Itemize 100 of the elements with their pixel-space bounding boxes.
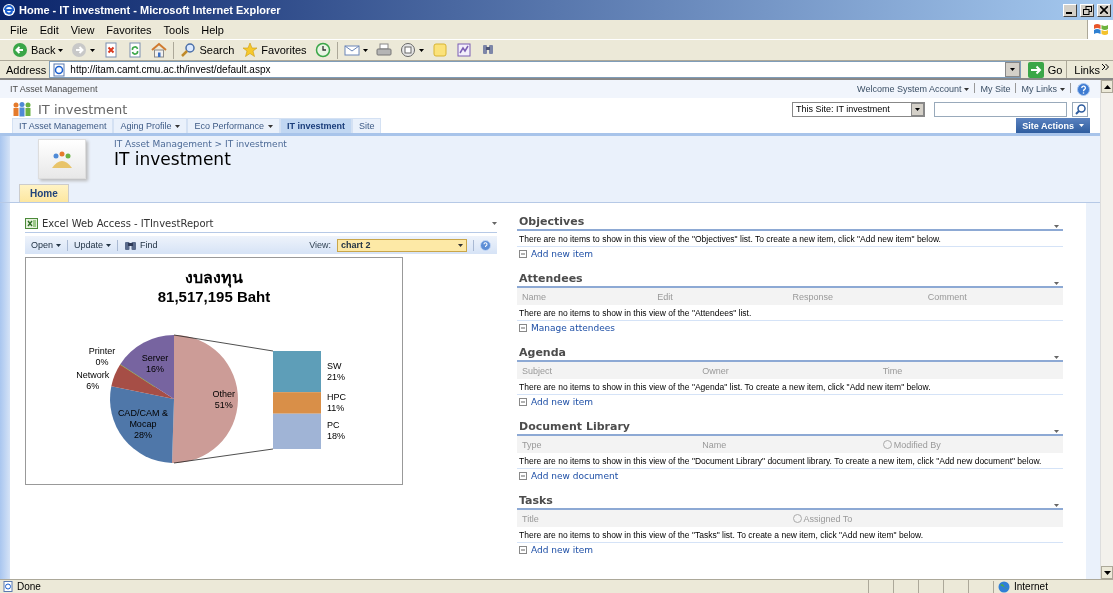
- go-button[interactable]: Go: [1023, 61, 1068, 78]
- list-title: Objectives: [519, 215, 585, 228]
- search-field[interactable]: [934, 101, 1067, 117]
- find-button[interactable]: Find: [124, 239, 158, 251]
- links-button[interactable]: Links: [1070, 63, 1113, 76]
- list-title: Tasks: [519, 494, 553, 507]
- refresh-icon: [127, 42, 144, 58]
- clock-icon: [314, 42, 331, 58]
- menu-item[interactable]: Help: [197, 23, 228, 36]
- add-link[interactable]: Add new document: [531, 471, 619, 481]
- nav-tab[interactable]: Aging Profile: [113, 118, 188, 133]
- people-icon: [12, 101, 32, 117]
- chart-subtitle: 81,517,195 Baht: [157, 288, 271, 306]
- add-link[interactable]: Add new item: [531, 249, 594, 259]
- minimize-button[interactable]: [1063, 3, 1077, 17]
- address-field[interactable]: http://itam.camt.cmu.ac.th/invest/default.aspx: [49, 61, 1021, 78]
- globe-icon: [998, 580, 1010, 593]
- address-label: Address: [6, 63, 47, 76]
- add-link[interactable]: Add new item: [531, 545, 594, 555]
- menu-item[interactable]: Favorites: [102, 23, 156, 36]
- menu-button[interactable]: Update: [74, 240, 112, 250]
- star-icon: [242, 42, 259, 58]
- view-dropdown[interactable]: chart 2: [337, 238, 467, 252]
- chevron-icon: [1102, 63, 1109, 70]
- help-icon[interactable]: [480, 239, 491, 251]
- menu-item[interactable]: Tools: [159, 23, 194, 36]
- scroll-down-button[interactable]: [1101, 566, 1113, 579]
- slice-label: Other: [212, 388, 235, 400]
- menu-item[interactable]: View: [66, 23, 99, 36]
- slice-percent: 51%: [214, 399, 233, 411]
- chart-title: งบลงทุน: [185, 268, 243, 288]
- user-link[interactable]: My Site: [975, 84, 1016, 94]
- caret-icon[interactable]: [1054, 430, 1059, 433]
- caret-icon: [1009, 68, 1015, 71]
- caret-icon: [56, 243, 62, 247]
- caret-icon[interactable]: [1054, 504, 1059, 507]
- separator-icon: [1070, 83, 1071, 93]
- home-icon: [151, 42, 168, 58]
- list-title: Attendees: [519, 272, 583, 285]
- site-actions-button[interactable]: Site Actions: [1016, 118, 1090, 133]
- chart-page-icon: [455, 42, 472, 58]
- back-button[interactable]: Back: [10, 40, 66, 60]
- nav-tab[interactable]: IT Asset Management: [12, 118, 114, 133]
- scope-dropdown[interactable]: This Site: IT investment: [792, 101, 925, 117]
- add-icon: [519, 324, 527, 332]
- add-icon: [519, 250, 527, 258]
- bar-percent: 21%: [327, 371, 345, 383]
- menu-button[interactable]: Open: [31, 240, 62, 250]
- breadcrumb[interactable]: IT Asset Management > IT investment: [114, 139, 287, 149]
- add-link[interactable]: Add new item: [531, 397, 594, 407]
- add-icon: [519, 398, 527, 406]
- list-title: Document Library: [519, 420, 630, 433]
- restore-icon: [1082, 5, 1092, 15]
- caret-icon[interactable]: [492, 222, 497, 225]
- slice-label: Printer: [88, 345, 116, 357]
- empty-message: There are no items to show in this view of the "Document Library" document library. To create a new item, click "Add new document" below.: [517, 453, 1063, 469]
- nav-tab[interactable]: Site: [351, 118, 382, 133]
- caret-icon[interactable]: [1054, 225, 1059, 228]
- scrollbar[interactable]: [1100, 80, 1113, 579]
- caret-icon[interactable]: [1054, 282, 1059, 285]
- add-link[interactable]: Manage attendees: [531, 323, 615, 333]
- close-icon: [1100, 6, 1108, 14]
- empty-message: There are no items to show in this view of the "Tasks" list. To create a new item, click "Add new item" below.: [517, 527, 1063, 543]
- dropdown-button[interactable]: [1004, 62, 1020, 77]
- help-icon[interactable]: [1077, 82, 1090, 96]
- site-title: IT investment: [38, 101, 129, 117]
- scroll-up-button[interactable]: [1101, 80, 1113, 93]
- note-icon: [431, 42, 448, 58]
- add-icon: [519, 472, 527, 480]
- search-button[interactable]: [1072, 101, 1088, 117]
- empty-message: There are no items to show in this view of the "Attendees" list.: [517, 305, 1063, 321]
- spreadsheet-icon: [25, 218, 38, 229]
- menu-item[interactable]: File: [6, 23, 32, 36]
- add-icon: [519, 546, 527, 554]
- slice-percent: 0%: [95, 356, 109, 368]
- menu-item[interactable]: Edit: [35, 23, 63, 36]
- browser-icon: [2, 3, 16, 17]
- printer-icon: [375, 42, 392, 58]
- site-label: IT Asset Management: [10, 84, 98, 94]
- user-link[interactable]: My Links: [1016, 84, 1070, 94]
- binoculars-icon: [124, 239, 138, 251]
- favorites-button[interactable]: Favorites: [240, 40, 309, 60]
- view-label: View:: [309, 240, 331, 250]
- restore-button[interactable]: [1080, 3, 1094, 17]
- separator-icon: [1015, 83, 1017, 93]
- user-link[interactable]: Welcome System Account: [852, 84, 975, 94]
- search-button[interactable]: Search: [178, 40, 237, 60]
- empty-message: There are no items to show in this view of the "Agenda" list. To create a new item, click "Add new item" below.: [517, 379, 1063, 395]
- envelope-icon: [343, 42, 360, 58]
- caret-icon: [458, 243, 463, 247]
- page-tab[interactable]: Home: [19, 184, 69, 202]
- search-icon: [180, 42, 197, 58]
- slice-label: Server: [141, 353, 169, 365]
- caret-icon[interactable]: [1054, 356, 1059, 359]
- empty-message: There are no items to show in this view of the "Objectives" list. To create a new item, click "Add new item" below.: [517, 231, 1063, 247]
- nav-tab[interactable]: IT investment: [279, 118, 352, 133]
- up-arrow-icon: [1103, 84, 1111, 89]
- nav-tab[interactable]: Eco Performance: [187, 118, 280, 133]
- list-title: Agenda: [519, 346, 566, 359]
- close-button[interactable]: [1097, 3, 1111, 17]
